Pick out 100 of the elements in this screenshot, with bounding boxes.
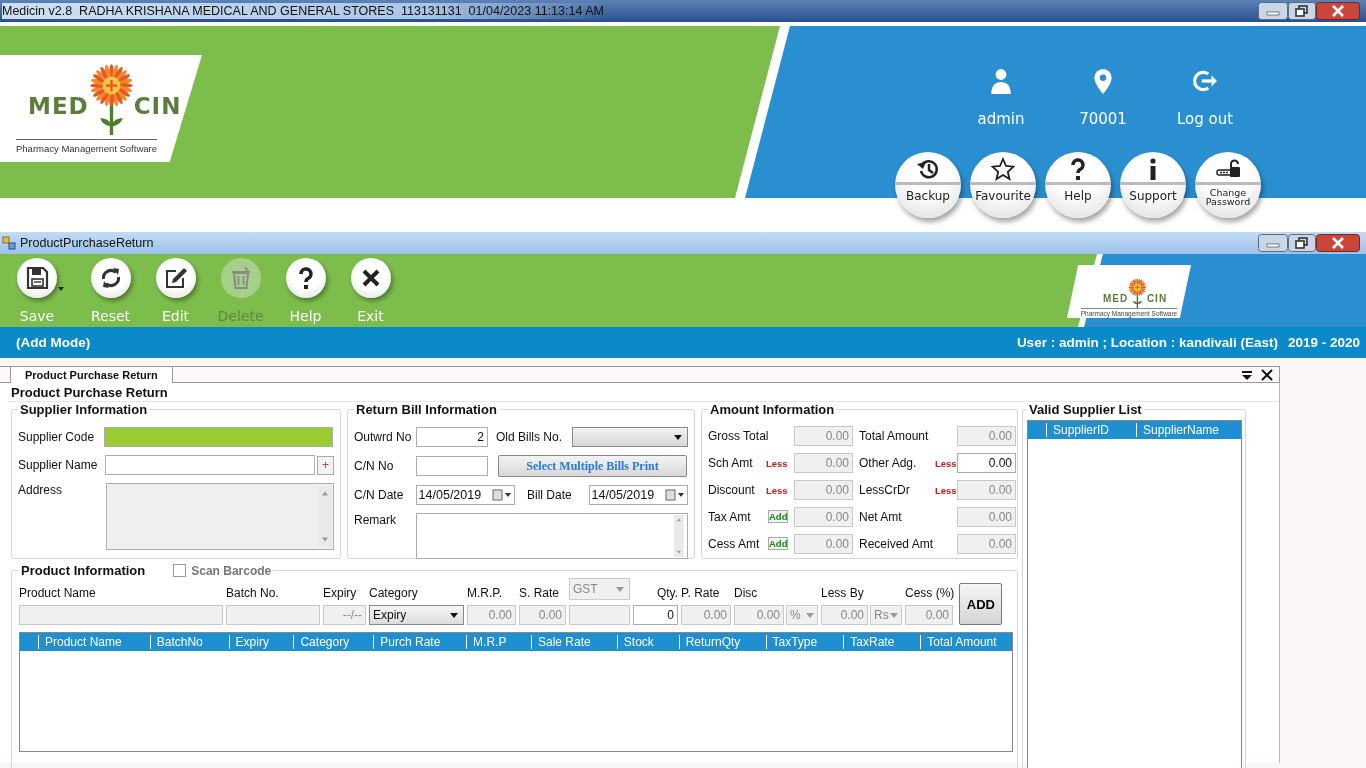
toolbar-button[interactable]: Edit	[143, 254, 208, 327]
dropdown[interactable]	[572, 427, 688, 447]
field-label: Batch No.	[226, 586, 279, 600]
user-name: admin	[977, 110, 1025, 128]
column-header[interactable]: Total Amount	[920, 635, 1012, 649]
supplier-code-field[interactable]	[104, 427, 333, 447]
group-title: Supplier Information	[20, 402, 148, 417]
group-title: Valid Supplier List	[1029, 402, 1142, 417]
caret-icon	[674, 434, 682, 440]
maximize-icon[interactable]	[1288, 2, 1316, 20]
star-icon	[991, 157, 1015, 181]
field-label: S. Rate	[519, 586, 560, 600]
caret-icon	[806, 612, 814, 618]
maximize-icon[interactable]	[1288, 234, 1316, 252]
close-icon[interactable]	[1316, 2, 1360, 20]
field-label: Discount	[708, 483, 756, 497]
scrollbar[interactable]	[672, 515, 686, 557]
add-button[interactable]: ADD	[959, 583, 1003, 625]
window-icon	[2, 236, 16, 250]
column-header[interactable]: TaxRate	[843, 635, 921, 649]
column-header[interactable]: ReturnQty	[678, 635, 766, 649]
logout-link[interactable]: Log out	[1176, 110, 1234, 128]
logo-text: CIN	[133, 92, 182, 121]
mode-label: (Add Mode)	[16, 335, 92, 350]
logo-text: MED	[1102, 293, 1129, 304]
minimize-icon[interactable]	[1258, 234, 1288, 252]
minimize-icon[interactable]	[1258, 2, 1288, 20]
amount-field[interactable]: 0.00	[957, 453, 1016, 473]
column-header[interactable]: Sale Rate	[531, 635, 617, 649]
column-header[interactable]: Purch Rate	[373, 635, 467, 649]
column-header[interactable]: Product Name	[37, 635, 150, 649]
logo-text: CIN	[1146, 293, 1168, 304]
column-header[interactable]: Expiry	[228, 635, 294, 649]
column-header[interactable]: Category	[293, 635, 374, 649]
column-header[interactable]: SupplierID	[1046, 423, 1136, 437]
caret-icon	[450, 612, 458, 618]
field-label: Less By	[821, 586, 864, 600]
field-label: Total Amount	[859, 429, 930, 443]
group-title: Return Bill Information	[356, 402, 497, 417]
scan-barcode-checkbox[interactable]: Scan Barcode	[173, 563, 272, 578]
field-label: Remark	[354, 513, 397, 527]
logout-icon[interactable]	[1192, 68, 1218, 94]
add-supplier-button[interactable]: +	[317, 455, 334, 475]
adjustment-tag: Less	[766, 485, 788, 496]
logo-tagline: Pharmacy Management Software	[16, 139, 157, 155]
dropdown-caret-icon[interactable]	[58, 287, 64, 291]
cn-no-field[interactable]	[416, 456, 488, 476]
print-button[interactable]: Select Multiple Bills Print	[498, 455, 687, 477]
field-label: Category	[369, 586, 418, 600]
date-picker[interactable]: 14/05/2019	[415, 485, 515, 505]
product-field[interactable]: 0	[633, 605, 678, 625]
remark-field[interactable]	[416, 513, 688, 559]
history-icon	[916, 157, 940, 181]
adjustment-tag: Add	[768, 510, 789, 523]
field-label: Qty.	[656, 586, 678, 600]
form-title: Product Purchase Return	[11, 385, 169, 400]
column-header[interactable]: SupplierName	[1136, 423, 1236, 437]
close-icon[interactable]	[1261, 368, 1273, 381]
user-icon[interactable]	[988, 68, 1014, 94]
column-header[interactable]: TaxType	[765, 635, 844, 649]
location-label: 70001	[1079, 110, 1127, 128]
supplier-name-field[interactable]	[105, 455, 316, 475]
field-label: C/N Date	[354, 488, 405, 502]
field-label: Tax Amt	[708, 510, 752, 524]
address-field[interactable]	[105, 483, 334, 550]
field-label: Gross Total	[708, 429, 766, 443]
toolbar-button[interactable]: Reset	[78, 254, 143, 327]
adjustment-tag: Less	[935, 485, 957, 496]
edit-icon	[163, 266, 188, 290]
tab[interactable]: Product Purchase Return	[10, 366, 173, 383]
field-label: LessCrDr	[859, 483, 911, 497]
pin-icon[interactable]	[1241, 368, 1253, 381]
field-label: Disc	[734, 586, 758, 600]
column-header[interactable]: BatchNo	[149, 635, 229, 649]
outward-no-field[interactable]: 2	[416, 427, 488, 447]
field-label: Supplier Name	[18, 458, 99, 472]
dropdown[interactable]: Expiry	[369, 605, 464, 625]
info-icon	[1150, 158, 1156, 180]
field-label: M.R.P.	[467, 586, 503, 600]
scrollbar[interactable]	[318, 485, 332, 548]
field-label: Cess Amt	[708, 537, 761, 551]
toolbar-button[interactable]: Exit	[338, 254, 403, 327]
field-label: Outwrd No	[354, 430, 413, 444]
field-label: Old Bills No.	[496, 430, 564, 444]
close-icon[interactable]	[1316, 234, 1360, 252]
field-label: Received Amt	[859, 537, 935, 551]
financial-year: 2019 - 2020	[1287, 335, 1360, 350]
session-info: User : admin ; Location : kandivali (East)	[1016, 335, 1278, 350]
calendar-icon	[492, 489, 512, 501]
column-header[interactable]: M.R.P	[466, 635, 531, 649]
flower-icon	[88, 63, 134, 135]
caret-icon	[616, 586, 624, 592]
field-label: Address	[18, 483, 64, 497]
field-label: Net Amt	[859, 510, 903, 524]
group-title: Amount Information	[710, 402, 835, 417]
toolbar-button[interactable]: Help	[273, 254, 338, 327]
column-header[interactable]: Stock	[616, 635, 679, 649]
date-picker[interactable]: 14/05/2019	[588, 485, 688, 505]
group-title: Product Information	[21, 563, 146, 578]
field-label: Product Name	[19, 586, 96, 600]
